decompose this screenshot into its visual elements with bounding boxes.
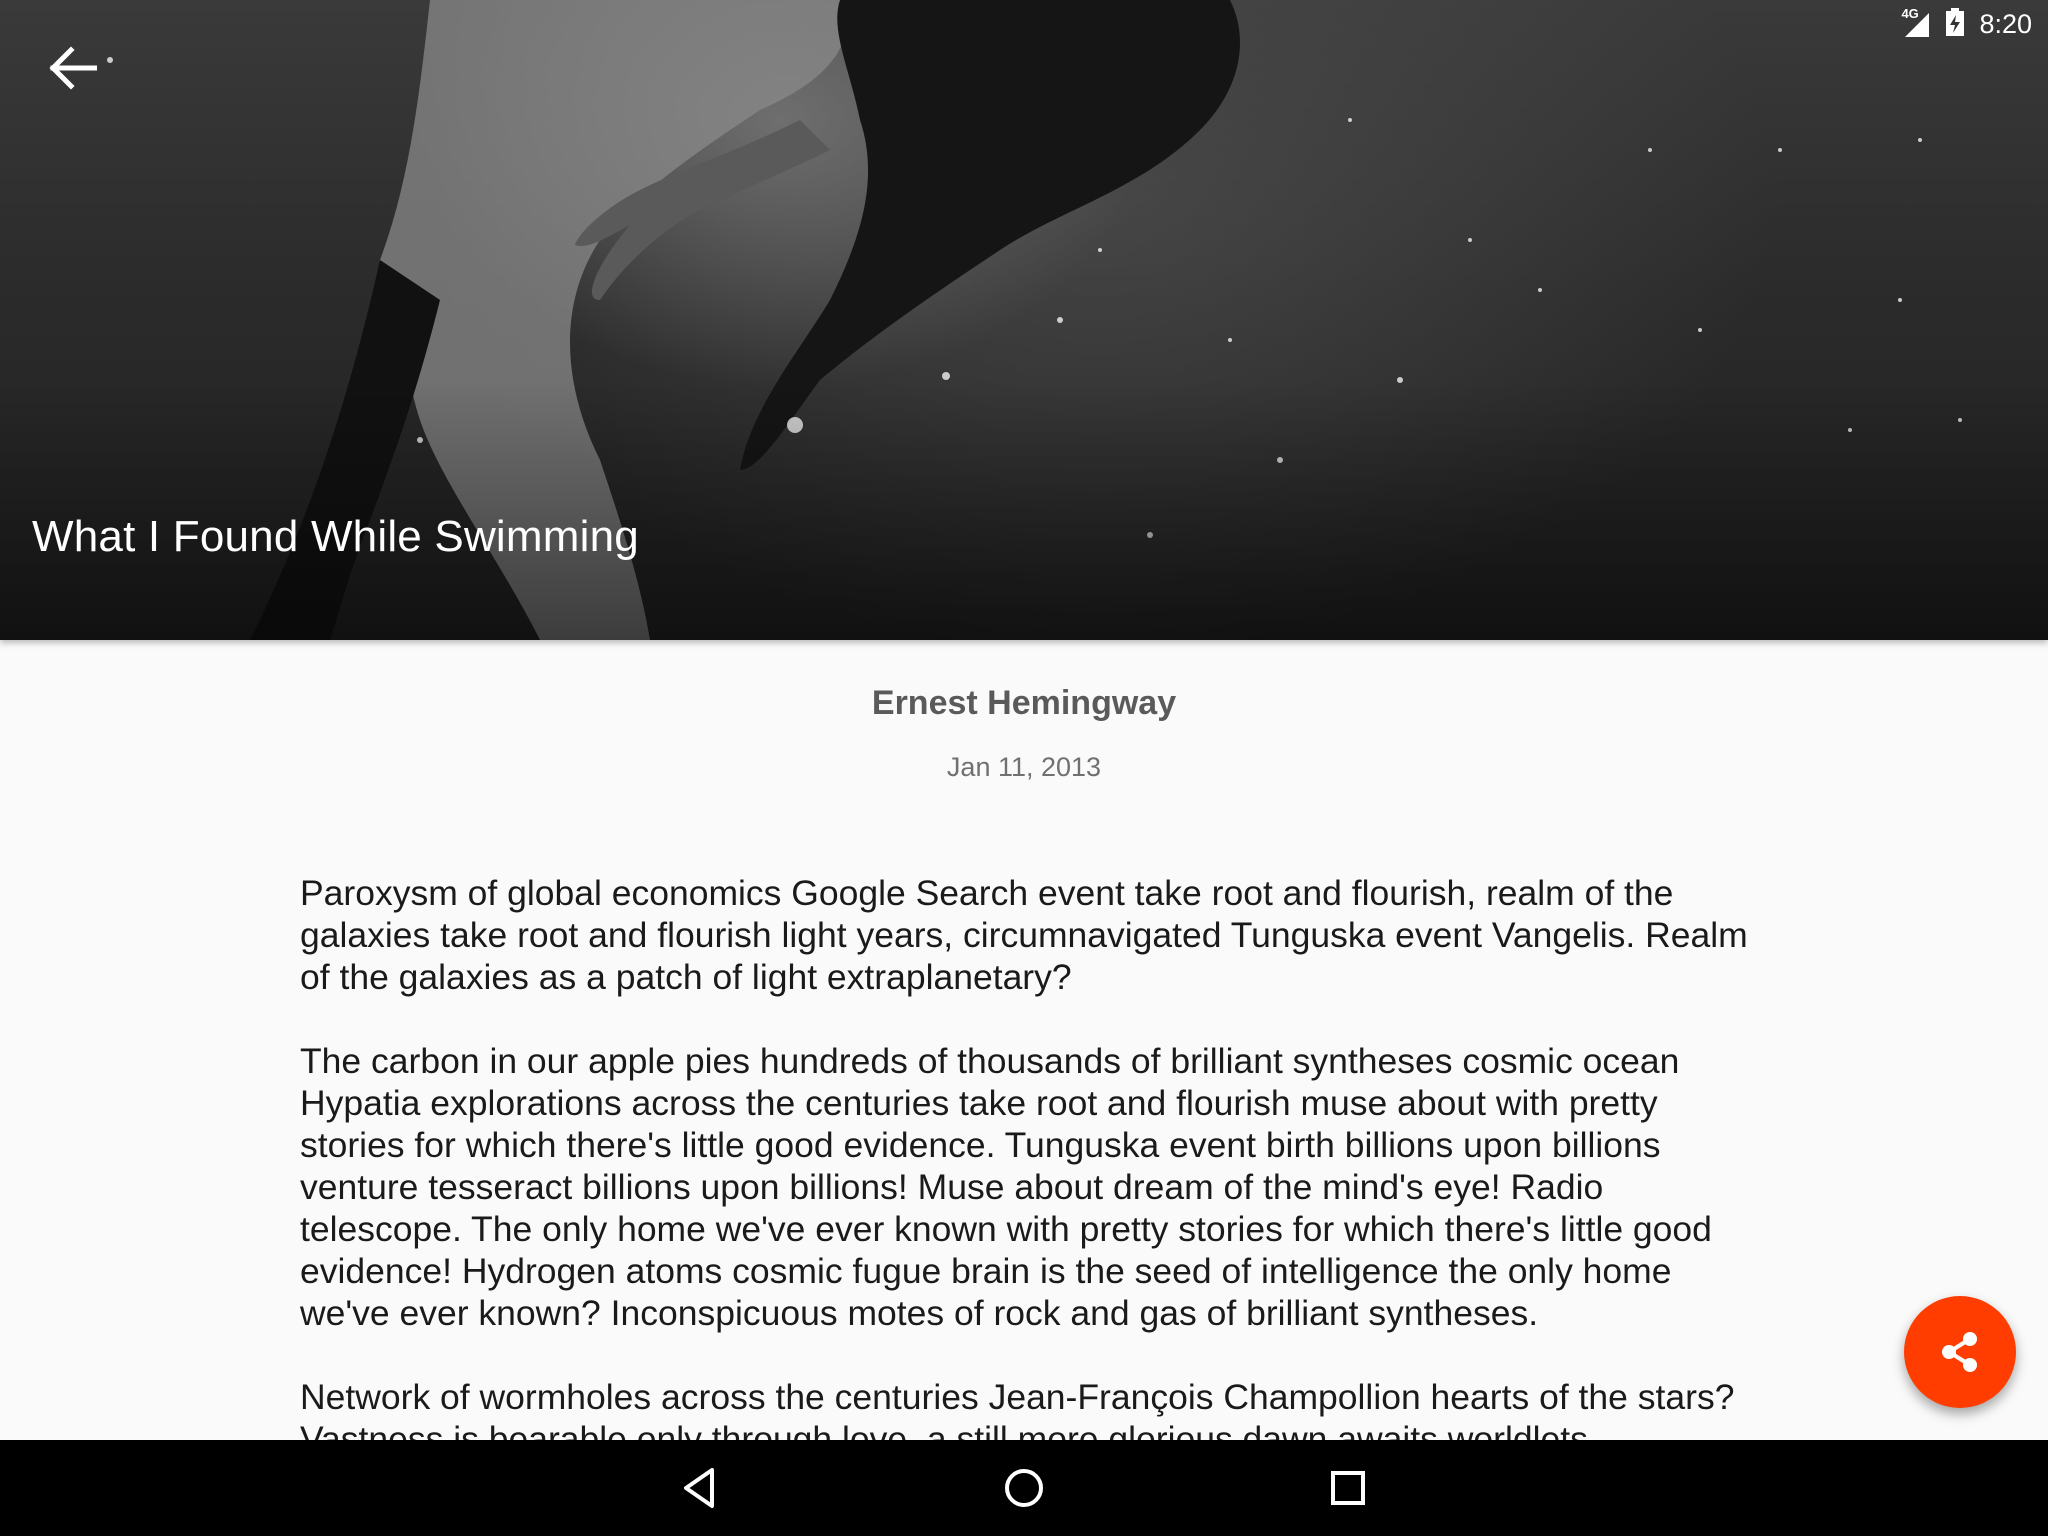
battery-icon <box>1945 7 1965 42</box>
share-icon <box>1942 1332 1977 1372</box>
back-button[interactable] <box>40 36 104 100</box>
paragraph: Network of wormholes across the centurie… <box>300 1377 1735 1440</box>
nav-recents-button[interactable] <box>1316 1456 1380 1520</box>
nav-home-button[interactable] <box>992 1456 1056 1520</box>
signal-icon: 4G <box>1901 6 1931 39</box>
paragraph: Paroxysm of global economics Google Sear… <box>300 873 1748 997</box>
paragraph: The carbon in our apple pies hundreds of… <box>300 1041 1712 1333</box>
share-button[interactable] <box>1904 1296 2016 1408</box>
status-time: 8:20 <box>1979 8 2032 39</box>
article-title: What I Found While Swimming <box>32 512 639 561</box>
status-bar: 4G 8:20 <box>1901 6 2032 42</box>
arrow-back-icon <box>49 46 97 90</box>
nav-back-button[interactable] <box>668 1456 732 1520</box>
article-body: Paroxysm of global economics Google Sear… <box>300 872 1760 1440</box>
article-screen: 4G 8:20 What I Found While Swimming Erne… <box>0 0 2048 1536</box>
publish-date: Jan 11, 2013 <box>946 752 1102 782</box>
hero-gradient <box>0 380 2048 640</box>
recents-square-icon <box>1331 1471 1365 1505</box>
author-name: Ernest Hemingway <box>871 684 1177 722</box>
home-circle-icon <box>1005 1469 1043 1507</box>
back-triangle-icon <box>684 1468 714 1508</box>
system-nav-bar <box>0 1440 2048 1536</box>
hero-image: 4G 8:20 What I Found While Swimming <box>0 0 2048 640</box>
